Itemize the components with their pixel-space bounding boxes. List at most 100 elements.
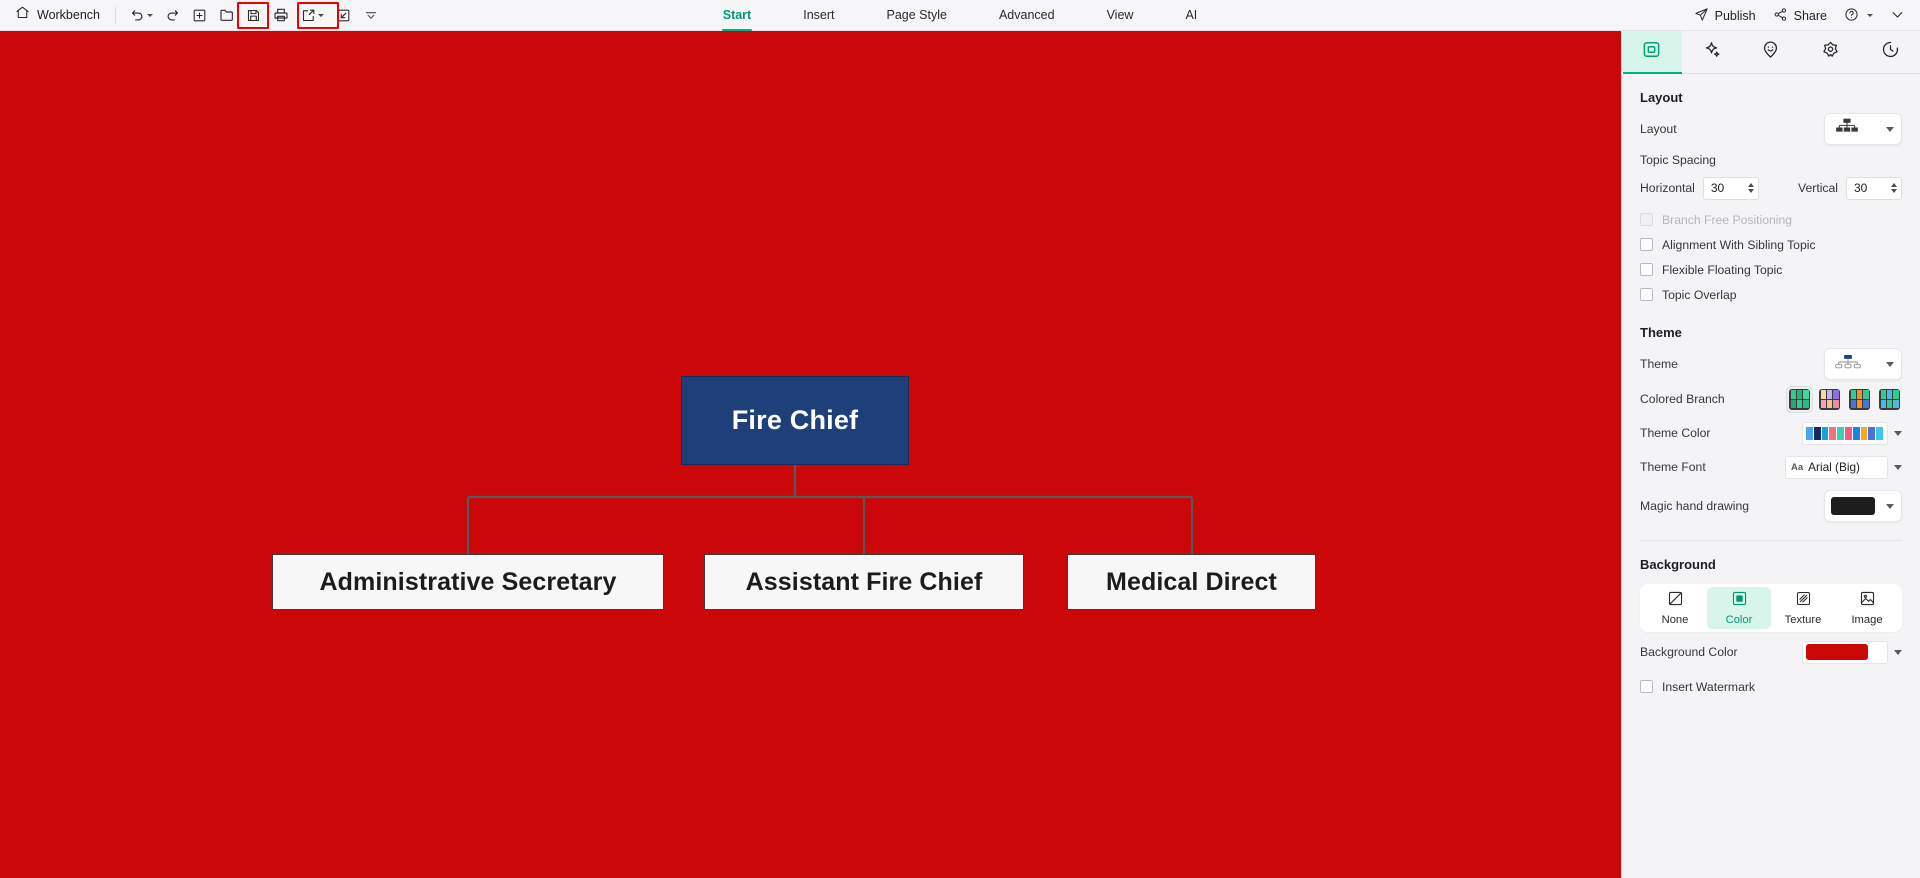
horizontal-spacing-value: 30 <box>1710 181 1725 195</box>
alignment-sibling-label: Alignment With Sibling Topic <box>1662 237 1816 252</box>
topic-spacing-row: Topic Spacing <box>1622 147 1920 173</box>
background-option-texture[interactable]: Texture <box>1771 587 1835 629</box>
magic-hand-chevron-icon[interactable] <box>1886 503 1894 509</box>
colored-branch-option-1-wrap[interactable] <box>1817 387 1842 412</box>
vertical-spacing-input[interactable]: 30 <box>1846 176 1902 200</box>
branch-free-positioning-checkbox[interactable] <box>1640 213 1653 226</box>
vertical-label: Vertical <box>1798 181 1838 195</box>
new-icon[interactable] <box>188 4 211 27</box>
background-option-none[interactable]: None <box>1643 587 1707 629</box>
horizontal-spin-down-icon[interactable] <box>1747 189 1754 193</box>
publish-label: Publish <box>1714 8 1756 23</box>
topic-overlap-checkbox[interactable] <box>1640 288 1653 301</box>
background-color-swatch <box>1806 644 1868 660</box>
right-properties-panel: Layout Layout Topic Spacing Horizontal 3… <box>1621 31 1920 878</box>
checkbox-alignment-with-sibling-topic[interactable]: Alignment With Sibling Topic <box>1622 232 1920 257</box>
panel-tab-style[interactable] <box>1622 31 1682 74</box>
hatched-square-icon <box>1795 590 1812 612</box>
save-icon[interactable] <box>242 4 265 27</box>
undo-icon[interactable] <box>125 4 157 27</box>
panel-tab-strip <box>1622 31 1920 74</box>
panel-tab-sticker[interactable] <box>1741 31 1801 73</box>
colored-branch-option-1[interactable] <box>1819 388 1840 410</box>
horizontal-spin-up-icon[interactable] <box>1747 183 1754 187</box>
alignment-sibling-checkbox[interactable] <box>1640 238 1653 251</box>
background-color-picker[interactable] <box>1802 640 1888 664</box>
colored-branch-option-2[interactable] <box>1849 388 1870 410</box>
vertical-spacing-value: 30 <box>1854 181 1868 195</box>
panel-tab-ai[interactable] <box>1682 31 1742 73</box>
checkbox-insert-watermark[interactable]: Insert Watermark <box>1622 674 1920 699</box>
checkbox-flexible-floating-topic[interactable]: Flexible Floating Topic <box>1622 257 1920 282</box>
colored-branch-option-2-wrap[interactable] <box>1847 387 1872 412</box>
colored-branch-option-0-wrap[interactable] <box>1786 385 1813 413</box>
background-color-chevron-icon[interactable] <box>1894 649 1902 655</box>
import-icon[interactable] <box>332 4 355 27</box>
theme-font-chevron-icon[interactable] <box>1894 464 1902 470</box>
mindmap-node-child-1[interactable]: Assistant Fire Chief <box>704 554 1024 610</box>
theme-color-label: Theme Color <box>1640 426 1711 440</box>
theme-color-chevron-icon[interactable] <box>1894 430 1902 436</box>
theme-color-row: Theme Color <box>1622 416 1920 450</box>
theme-swatch-3 <box>1829 426 1837 440</box>
panel-tab-shape[interactable] <box>1801 31 1861 73</box>
help-caret-icon[interactable] <box>1867 14 1873 17</box>
window-more-button[interactable] <box>1883 4 1912 28</box>
theme-font-picker[interactable]: Aa Arial (Big) <box>1785 455 1888 479</box>
tab-page-style[interactable]: Page Style <box>860 0 972 31</box>
tab-advanced[interactable]: Advanced <box>973 0 1081 31</box>
export-icon[interactable] <box>296 4 328 27</box>
panel-collapse-handle[interactable] <box>1621 40 1623 79</box>
colored-branch-option-3-wrap[interactable] <box>1877 387 1902 412</box>
workbench-home-button[interactable]: Workbench <box>9 3 106 27</box>
mindmap-node-root-label: Fire Chief <box>731 405 859 435</box>
tab-ai[interactable]: AI <box>1159 0 1223 31</box>
mindmap-node-child-2[interactable]: Medical Direct <box>1067 554 1316 610</box>
flexible-floating-checkbox[interactable] <box>1640 263 1653 276</box>
smiley-pin-icon <box>1761 40 1780 64</box>
chevron-right-icon <box>1621 51 1622 69</box>
open-folder-icon[interactable] <box>215 4 238 27</box>
print-icon[interactable] <box>269 4 292 27</box>
magic-hand-swatch <box>1831 497 1875 515</box>
undo-caret-icon[interactable] <box>146 13 153 17</box>
magic-hand-drawing-row: Magic hand drawing <box>1622 484 1920 528</box>
horizontal-label: Horizontal <box>1640 181 1695 195</box>
theme-chevron-icon[interactable] <box>1886 361 1894 367</box>
tab-page-style-label: Page Style <box>886 8 947 22</box>
checkbox-branch-free-positioning[interactable]: Branch Free Positioning <box>1622 207 1920 232</box>
layout-picker[interactable] <box>1824 113 1902 145</box>
share-button[interactable]: Share <box>1766 4 1834 28</box>
horizontal-spinner[interactable] <box>1747 183 1756 193</box>
theme-picker[interactable] <box>1824 348 1902 380</box>
vertical-spin-up-icon[interactable] <box>1891 183 1897 187</box>
magic-hand-drawing-picker[interactable] <box>1824 490 1902 522</box>
background-option-image[interactable]: Image <box>1835 587 1899 629</box>
layout-row: Layout <box>1622 111 1920 147</box>
vertical-spin-down-icon[interactable] <box>1891 189 1897 193</box>
panel-tab-history[interactable] <box>1860 31 1920 73</box>
export-caret-icon[interactable] <box>317 13 324 17</box>
vertical-spinner[interactable] <box>1891 183 1899 193</box>
theme-color-picker[interactable] <box>1802 421 1888 445</box>
mindmap-node-child-0[interactable]: Administrative Secretary <box>272 554 664 610</box>
background-option-color[interactable]: Color <box>1707 587 1771 629</box>
colored-branch-option-0[interactable] <box>1789 388 1810 410</box>
colored-branch-option-3[interactable] <box>1879 388 1900 410</box>
toolbar-divider <box>115 6 116 24</box>
horizontal-spacing-input[interactable]: 30 <box>1702 176 1759 200</box>
more-toolbar-icon[interactable] <box>359 4 382 27</box>
redo-icon[interactable] <box>161 4 184 27</box>
tab-insert[interactable]: Insert <box>777 0 860 31</box>
publish-button[interactable]: Publish <box>1687 4 1763 28</box>
background-mode-segmented-control: None Color Texture Image <box>1640 584 1902 632</box>
help-button[interactable] <box>1837 4 1880 28</box>
mindmap-canvas[interactable]: Fire Chief Administrative Secretary Assi… <box>0 31 1621 878</box>
mindmap-node-root[interactable]: Fire Chief <box>681 376 909 465</box>
tab-start[interactable]: Start <box>697 0 777 31</box>
layout-chevron-icon[interactable] <box>1886 126 1894 132</box>
none-slash-icon <box>1667 590 1684 612</box>
tab-view[interactable]: View <box>1081 0 1160 31</box>
checkbox-topic-overlap[interactable]: Topic Overlap <box>1622 282 1920 307</box>
insert-watermark-checkbox[interactable] <box>1640 680 1653 693</box>
